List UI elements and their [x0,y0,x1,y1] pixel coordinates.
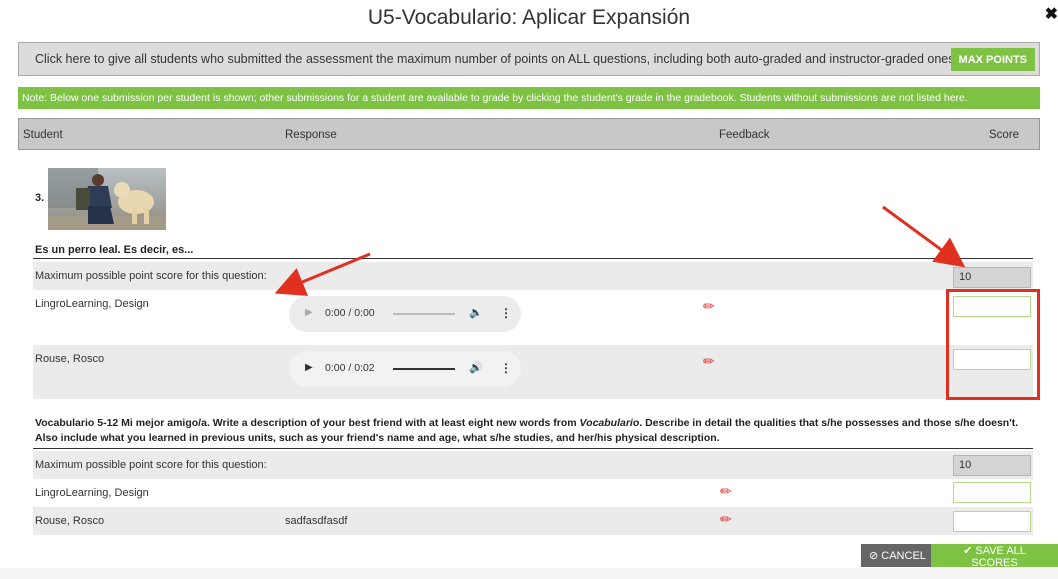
page-title: U5-Vocabulario: Aplicar Expansión [367,6,691,29]
table-row: Rouse, Rosco sadfasdfasdf ✏ [33,507,1033,535]
feedback-pencil-icon[interactable]: ✏ [703,353,715,370]
feedback-pencil-icon[interactable]: ✏ [703,298,715,315]
cancel-button[interactable]: ⊘ CANCEL [861,544,934,567]
student-name: Rouse, Rosco [35,353,105,365]
divider [33,258,1033,259]
max-score-row: Maximum possible point score for this qu… [33,451,1033,479]
divider [33,448,1033,449]
student-name: LingroLearning, Design [35,487,149,499]
header-response: Response [285,129,337,141]
cancel-icon: ⊘ [869,550,879,562]
max-score-value: 10 [953,455,1031,476]
question-text-italic: Vocabulario [579,417,640,429]
question-text-prefix: Vocabulario 5-12 Mi mejor amigo/a. Write… [35,417,580,429]
student-response: sadfasdfasdf [285,515,348,527]
play-icon[interactable]: ▶ [305,307,313,318]
audio-time: 0:00 / 0:00 [325,307,375,319]
header-student: Student [23,129,63,141]
more-options-icon[interactable]: ⋮ [500,306,512,320]
volume-icon[interactable]: 🔈 [469,306,483,319]
max-points-text: Click here to give all students who subm… [35,52,958,66]
save-label: SAVE ALL SCORES [971,545,1026,569]
max-points-bar[interactable]: Click here to give all students who subm… [18,42,1040,76]
audio-progress[interactable] [393,313,455,315]
more-options-icon[interactable]: ⋮ [500,361,512,375]
volume-icon[interactable]: 🔊 [469,361,483,374]
audio-time: 0:00 / 0:02 [325,362,375,374]
feedback-pencil-icon[interactable]: ✏ [720,483,732,500]
annotation-highlight-box [946,289,1040,400]
max-score-label: Maximum possible point score for this qu… [35,270,267,282]
save-all-scores-button[interactable]: ✔ SAVE ALL SCORES [931,544,1058,569]
score-input[interactable] [953,511,1031,532]
close-icon[interactable]: ✖ [1045,4,1058,24]
table-row: Rouse, Rosco ▶ 0:00 / 0:02 🔊 ⋮ ✏ [33,345,1033,399]
audio-player[interactable]: ▶ 0:00 / 0:02 🔊 ⋮ [289,351,521,387]
student-name: LingroLearning, Design [35,298,149,310]
submission-note: Note: Below one submission per student i… [18,87,1040,109]
question-text: Vocabulario 5-12 Mi mejor amigo/a. Write… [35,416,1035,446]
max-points-button[interactable]: MAX POINTS [950,48,1035,71]
student-name: Rouse, Rosco [35,515,105,527]
question-number: 3. [35,192,45,204]
max-score-value: 10 [953,267,1031,288]
question-text: Es un perro leal. Es decir, es... [35,244,194,256]
audio-progress[interactable] [393,368,455,370]
max-score-label: Maximum possible point score for this qu… [35,459,267,471]
audio-player[interactable]: ▶ 0:00 / 0:00 🔈 ⋮ [289,296,521,332]
score-input[interactable] [953,482,1031,503]
feedback-pencil-icon[interactable]: ✏ [720,511,732,528]
table-row: LingroLearning, Design ▶ 0:00 / 0:00 🔈 ⋮… [33,290,1033,345]
table-header: Student Response Feedback Score [18,118,1040,150]
max-score-row: Maximum possible point score for this qu… [33,262,1033,290]
header-feedback: Feedback [719,129,770,141]
table-row: LingroLearning, Design ✏ [33,479,1033,507]
play-icon[interactable]: ▶ [305,362,313,373]
cancel-label: CANCEL [881,550,926,562]
footer-bar [0,568,1058,579]
header-score: Score [989,129,1020,141]
annotation-arrow [882,205,966,268]
check-icon: ✔ [963,545,973,557]
question-image [48,168,166,230]
